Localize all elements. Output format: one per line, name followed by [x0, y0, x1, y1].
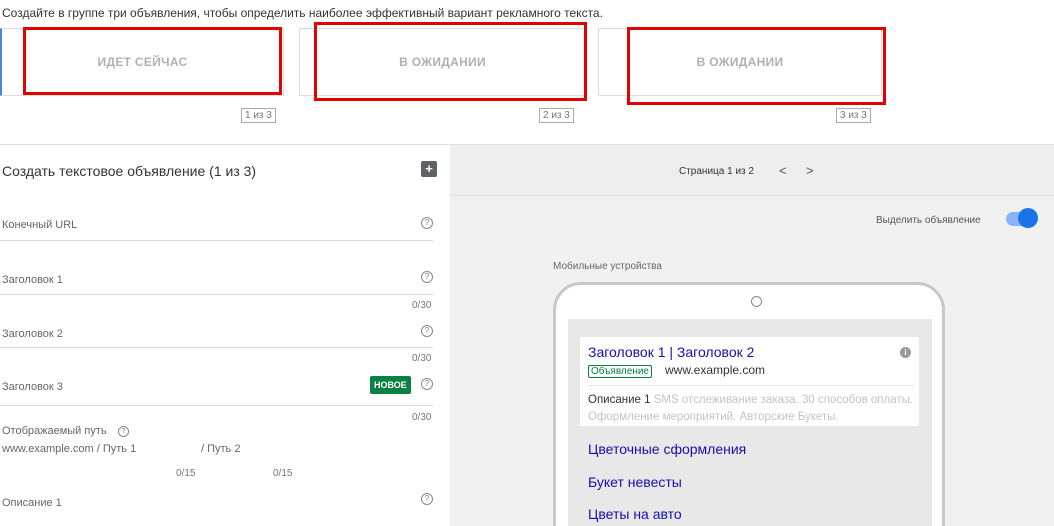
variant-counter-1: 1 из 3 [241, 108, 276, 123]
display-path-label: Отображаемый путь [2, 425, 107, 437]
variant-card-1[interactable]: ИДЕТ СЕЙЧАС [0, 28, 284, 96]
field-underline [0, 240, 433, 241]
ad-display-url: www.example.com [665, 363, 766, 377]
sitelink-2[interactable]: Букет невесты [588, 474, 682, 490]
chevron-right-icon[interactable]: > [806, 163, 814, 178]
headline1-field[interactable]: Заголовок 1 [2, 274, 63, 286]
ad-description: Описание 1 SMS отслеживание заказа. 30 с… [588, 392, 916, 426]
ad-badge: Объявление [588, 365, 652, 378]
headline3-char-count: 0/30 [412, 412, 432, 423]
variant-status-3: В ОЖИДАНИИ [696, 55, 784, 69]
variant-card-3[interactable]: В ОЖИДАНИИ [598, 28, 882, 96]
path2-char-count: 0/15 [273, 468, 293, 479]
new-badge: НОВОЕ [370, 376, 411, 394]
headline2-field[interactable]: Заголовок 2 [2, 328, 63, 340]
device-label: Мобильные устройства [553, 261, 662, 272]
field-underline [0, 294, 433, 295]
headline1-char-count: 0/30 [412, 300, 432, 311]
headline2-char-count: 0/30 [412, 353, 432, 364]
chevron-left-icon[interactable]: < [779, 163, 787, 178]
ad-separator [588, 385, 914, 386]
add-comment-icon[interactable]: + [421, 161, 437, 177]
help-icon[interactable]: ? [421, 217, 433, 229]
sitelink-1[interactable]: Цветочные сформления [588, 441, 746, 457]
variant-card-2[interactable]: В ОЖИДАНИИ [299, 28, 586, 96]
camera-icon [751, 296, 762, 307]
variant-status-1: ИДЕТ СЕЙЧАС [97, 55, 188, 69]
sitelink-3[interactable]: Цветы на авто [588, 506, 682, 522]
help-icon[interactable]: ? [118, 426, 129, 437]
final-url-field[interactable]: Конечный URL [2, 219, 77, 231]
help-icon[interactable]: ? [421, 493, 433, 505]
variant-counter-3: 3 из 3 [836, 108, 871, 123]
headline3-field[interactable]: Заголовок 3 [2, 381, 63, 393]
instruction-text: Создайте в группе три объявления, чтобы … [2, 6, 603, 20]
variant-counter-2: 2 из 3 [539, 108, 574, 123]
variant-status-2: В ОЖИДАНИИ [399, 55, 486, 69]
pager-text: Страница 1 из 2 [679, 166, 754, 177]
help-icon[interactable]: ? [421, 325, 433, 337]
form-title: Создать текстовое объявление (1 из 3) [2, 163, 257, 179]
highlight-ad-label: Выделить объявление [876, 215, 981, 226]
description1-field[interactable]: Описание 1 [2, 497, 62, 509]
info-icon[interactable]: i [900, 347, 911, 358]
ad-headline[interactable]: Заголовок 1 | Заголовок 2 [588, 344, 754, 360]
display-path-field-1[interactable]: www.example.com / Путь 1 [2, 443, 136, 455]
help-icon[interactable]: ? [421, 271, 433, 283]
field-underline [0, 405, 433, 406]
display-path-field-2[interactable]: / Путь 2 [201, 443, 240, 455]
field-underline [0, 347, 433, 348]
toggle-knob[interactable] [1018, 208, 1038, 228]
help-icon[interactable]: ? [421, 378, 433, 390]
ad-description-prefix: Описание 1 [588, 394, 651, 406]
path1-char-count: 0/15 [176, 468, 196, 479]
